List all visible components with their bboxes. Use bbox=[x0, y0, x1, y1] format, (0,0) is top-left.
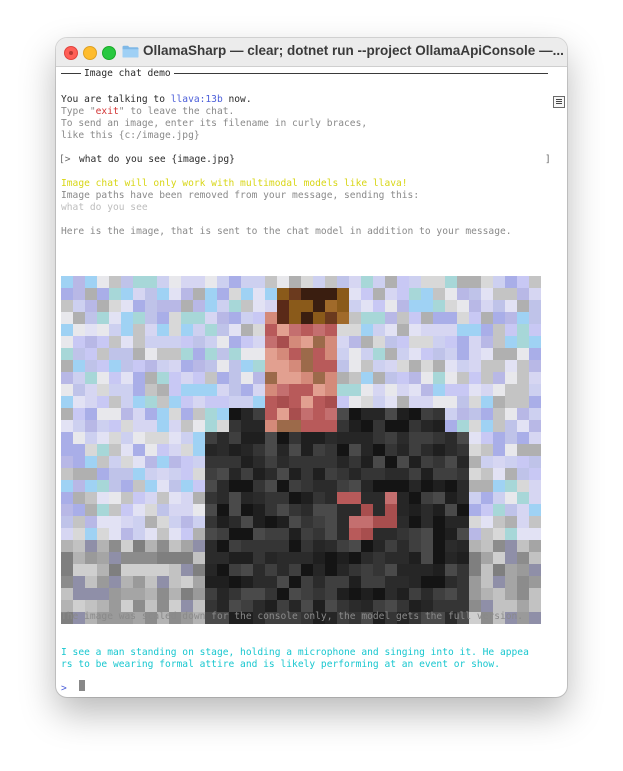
prompt-open-bracket: [> bbox=[59, 154, 71, 165]
close-window-button[interactable] bbox=[64, 46, 78, 60]
folder-icon bbox=[122, 45, 139, 58]
intro-line-3: To send an image, enter its filename in … bbox=[61, 118, 368, 129]
minimize-window-button[interactable] bbox=[83, 46, 97, 60]
multimodal-warning: Image chat will only work with multimoda… bbox=[61, 178, 408, 189]
singer-photo-icon bbox=[61, 276, 541, 624]
zoom-window-button[interactable] bbox=[102, 46, 116, 60]
model-name: llava:13b bbox=[170, 94, 223, 105]
pixelated-image bbox=[61, 276, 541, 624]
paths-removed-notice: Image paths have been removed from your … bbox=[61, 190, 420, 201]
window-title: OllamaSharp — clear; dotnet run --projec… bbox=[143, 43, 563, 58]
intro-line-1: You are talking to llava:13b now. bbox=[61, 94, 252, 105]
next-prompt: > bbox=[61, 683, 67, 694]
response-line-2: rs to be wearing formal attire and is li… bbox=[61, 659, 500, 670]
prompt-close-bracket: ] bbox=[545, 154, 551, 165]
scaled-note: The image was scaled down for the consol… bbox=[61, 611, 524, 622]
sent-message: what do you see bbox=[61, 202, 148, 213]
text-cursor bbox=[79, 680, 85, 691]
prompt-input[interactable]: what do you see {image.jpg} bbox=[79, 154, 235, 166]
section-title: Image chat demo bbox=[81, 68, 174, 79]
image-caption: Here is the image, that is sent to the c… bbox=[61, 226, 512, 237]
intro-line-4: like this {c:/image.jpg} bbox=[61, 130, 200, 141]
scroll-menu-icon[interactable] bbox=[553, 96, 565, 108]
intro-line-2: Type "exit" to leave the chat. bbox=[61, 106, 235, 117]
title-bar: OllamaSharp — clear; dotnet run --projec… bbox=[56, 38, 567, 67]
exit-keyword: exit bbox=[95, 106, 119, 117]
section-rule: Image chat demo bbox=[61, 67, 548, 79]
terminal-window: OllamaSharp — clear; dotnet run --projec… bbox=[56, 38, 567, 697]
response-line-1: I see a man standing on stage, holding a… bbox=[61, 647, 529, 658]
